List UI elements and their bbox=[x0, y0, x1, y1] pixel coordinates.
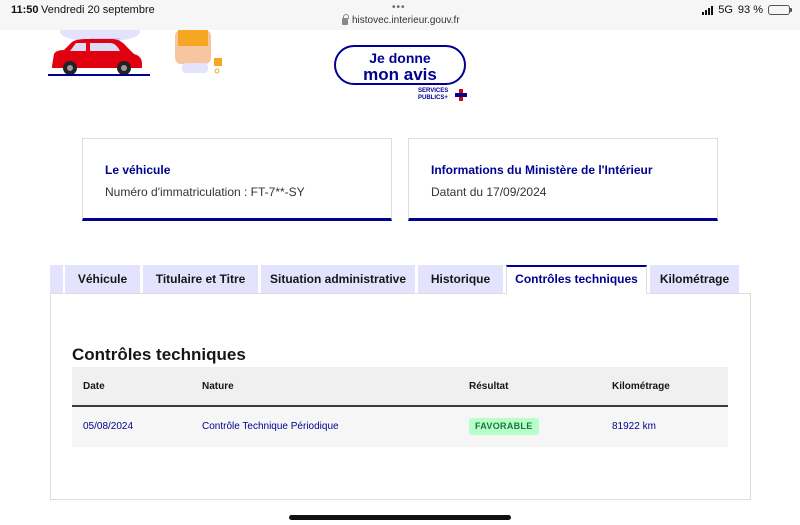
tab-historique[interactable]: Historique bbox=[418, 265, 503, 294]
services-publics-logo: SERVICES PUBLICS+ bbox=[418, 88, 448, 102]
banner-illustration bbox=[40, 30, 240, 78]
ministry-card-title: Informations du Ministère de l'Intérieur bbox=[431, 163, 653, 177]
signal-icon bbox=[702, 5, 714, 15]
data-date: Datant du 17/09/2024 bbox=[431, 185, 547, 199]
panel-title: Contrôles techniques bbox=[72, 345, 246, 364]
tab-spacer bbox=[50, 265, 63, 294]
avis-line2: mon avis bbox=[363, 65, 437, 84]
table-row: 05/08/2024 Contrôle Technique Périodique… bbox=[72, 407, 728, 447]
vehicle-card: Le véhicule Numéro d'immatriculation : F… bbox=[82, 138, 392, 221]
table-header: Date Nature Résultat Kilométrage bbox=[72, 367, 728, 407]
je-donne-mon-avis-button[interactable]: Je donne mon avis bbox=[334, 45, 466, 85]
column-header-nature: Nature bbox=[202, 381, 234, 392]
tab-panel: Contrôles techniques Date Nature Résulta… bbox=[50, 293, 751, 500]
tab-dots-icon[interactable]: ••• bbox=[392, 2, 406, 13]
battery-label: 93 % bbox=[737, 4, 763, 16]
result-badge: FAVORABLE bbox=[469, 418, 539, 435]
ministry-card: Informations du Ministère de l'Intérieur… bbox=[408, 138, 718, 221]
cell-date: 05/08/2024 bbox=[83, 421, 134, 432]
status-bar: 11:50 Vendredi 20 septembre ••• histovec… bbox=[0, 0, 800, 30]
cell-kilometrage: 81922 km bbox=[612, 421, 656, 432]
person-icon bbox=[175, 30, 222, 74]
services-publics-line2: PUBLICS+ bbox=[418, 95, 448, 101]
status-date: Vendredi 20 septembre bbox=[41, 4, 155, 16]
tab-vehicule[interactable]: Véhicule bbox=[65, 265, 140, 294]
status-indicators: 5G 93 % bbox=[702, 4, 792, 16]
network-label: 5G bbox=[718, 4, 733, 16]
tab-situation-administrative[interactable]: Situation administrative bbox=[261, 265, 415, 294]
column-header-resultat: Résultat bbox=[469, 381, 509, 392]
registration-number: Numéro d'immatriculation : FT-7**-SY bbox=[105, 185, 305, 199]
column-header-date: Date bbox=[83, 381, 105, 392]
battery-icon bbox=[768, 5, 792, 15]
column-header-kilometrage: Kilométrage bbox=[612, 381, 670, 392]
services-publics-line1: SERVICES bbox=[418, 88, 449, 94]
avis-line1: Je donne bbox=[369, 50, 431, 66]
cell-nature: Contrôle Technique Périodique bbox=[202, 421, 339, 432]
lock-icon bbox=[342, 14, 349, 25]
url-text: histovec.interieur.gouv.fr bbox=[352, 15, 460, 26]
address-bar[interactable]: histovec.interieur.gouv.fr bbox=[342, 14, 460, 26]
tab-controles-techniques[interactable]: Contrôles techniques bbox=[506, 265, 647, 294]
car-icon bbox=[48, 39, 150, 76]
tab-list: Véhicule Titulaire et Titre Situation ad… bbox=[50, 265, 742, 294]
controles-table: Date Nature Résultat Kilométrage 05/08/2… bbox=[72, 367, 728, 447]
home-indicator[interactable] bbox=[289, 515, 511, 520]
vehicle-card-title: Le véhicule bbox=[105, 163, 171, 177]
status-time: 11:50 bbox=[11, 4, 39, 16]
tab-kilometrage[interactable]: Kilométrage bbox=[650, 265, 739, 294]
tab-titulaire-et-titre[interactable]: Titulaire et Titre bbox=[143, 265, 258, 294]
services-publics-cross-icon bbox=[455, 89, 467, 101]
